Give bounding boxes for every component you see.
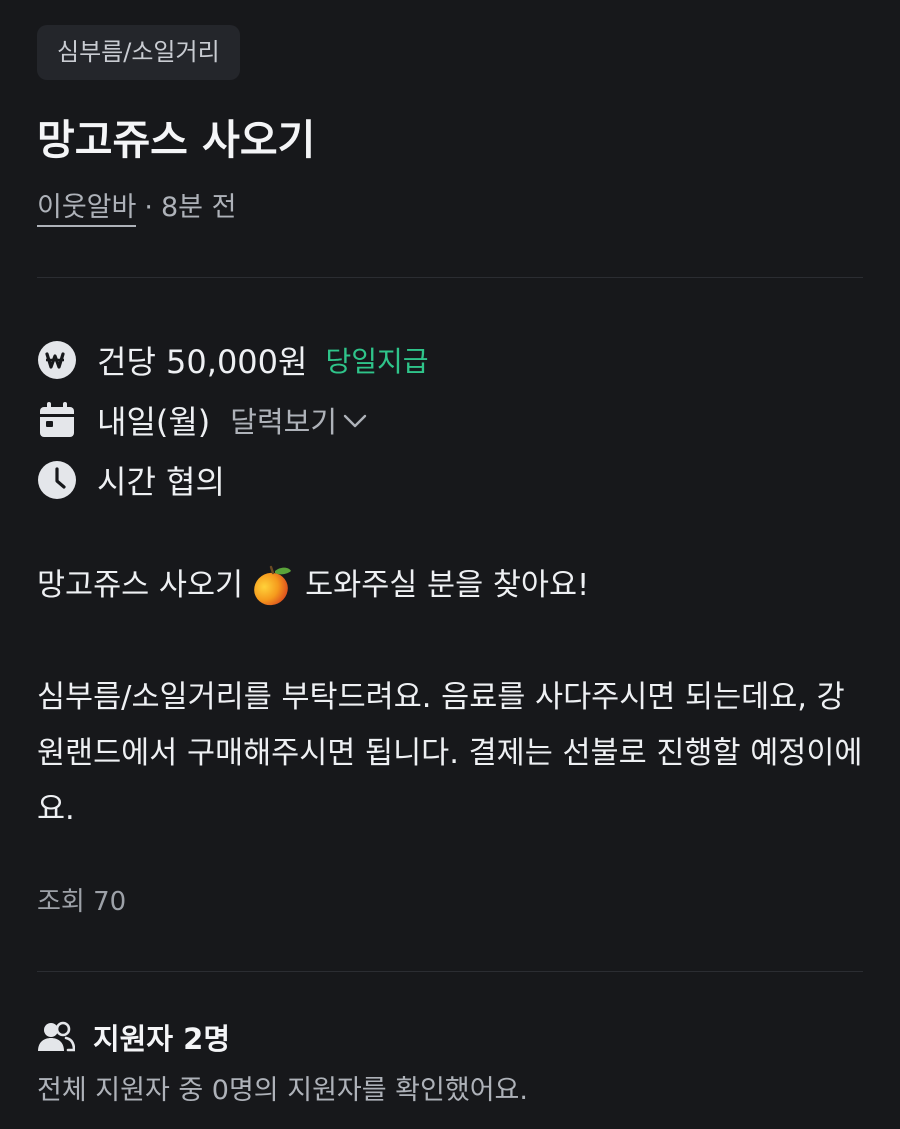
time-row: 시간 협의 <box>37 455 225 505</box>
description-intro-end: 도와주실 분을 찾아요! <box>305 568 590 603</box>
post-description: 망고쥬스 사오기 도와주실 분을 찾아요! 심부름/소일거리를 부탁드려요. 음… <box>37 558 863 838</box>
post-title: 망고쥬스 사오기 <box>37 116 316 164</box>
meta-separator: · <box>144 192 153 223</box>
same-day-pay-badge: 당일지급 <box>325 345 429 378</box>
mango-emoji-icon <box>254 565 292 606</box>
won-coin-icon <box>38 341 76 379</box>
view-count: 조회 70 <box>37 887 127 917</box>
applicants-subtitle: 전체 지원자 중 0명의 지원자를 확인했어요. <box>37 1075 528 1106</box>
calendar-icon <box>40 402 74 437</box>
category-tag[interactable]: 심부름/소일거리 <box>37 25 240 80</box>
applicants-title: 지원자 2명 <box>93 1022 230 1056</box>
calendar-view-button[interactable]: 달력보기 <box>230 399 369 441</box>
divider <box>37 277 863 278</box>
people-icon <box>38 1021 75 1052</box>
divider <box>37 971 863 972</box>
calendar-view-label: 달력보기 <box>230 405 338 439</box>
applicants-header: 지원자 2명 <box>37 1016 230 1058</box>
description-intro-start: 망고쥬스 사오기 <box>37 568 244 603</box>
clock-icon <box>38 461 76 499</box>
time-text: 시간 협의 <box>97 463 225 501</box>
pay-row: 건당 50,000원 당일지급 <box>37 335 429 385</box>
post-time: 8분 전 <box>160 192 237 223</box>
post-meta: 이웃알바 · 8분 전 <box>37 186 236 230</box>
pay-text: 건당 50,000원 <box>97 343 308 381</box>
date-row: 내일(월) 달력보기 <box>37 395 369 445</box>
chevron-down-icon <box>343 414 367 428</box>
author-link[interactable]: 이웃알바 <box>37 192 137 227</box>
date-text: 내일(월) <box>97 403 211 441</box>
description-intro: 망고쥬스 사오기 도와주실 분을 찾아요! <box>37 558 863 614</box>
description-body: 심부름/소일거리를 부탁드려요. 음료를 사다주시면 되는데요, 강원랜드에서 … <box>37 680 863 827</box>
